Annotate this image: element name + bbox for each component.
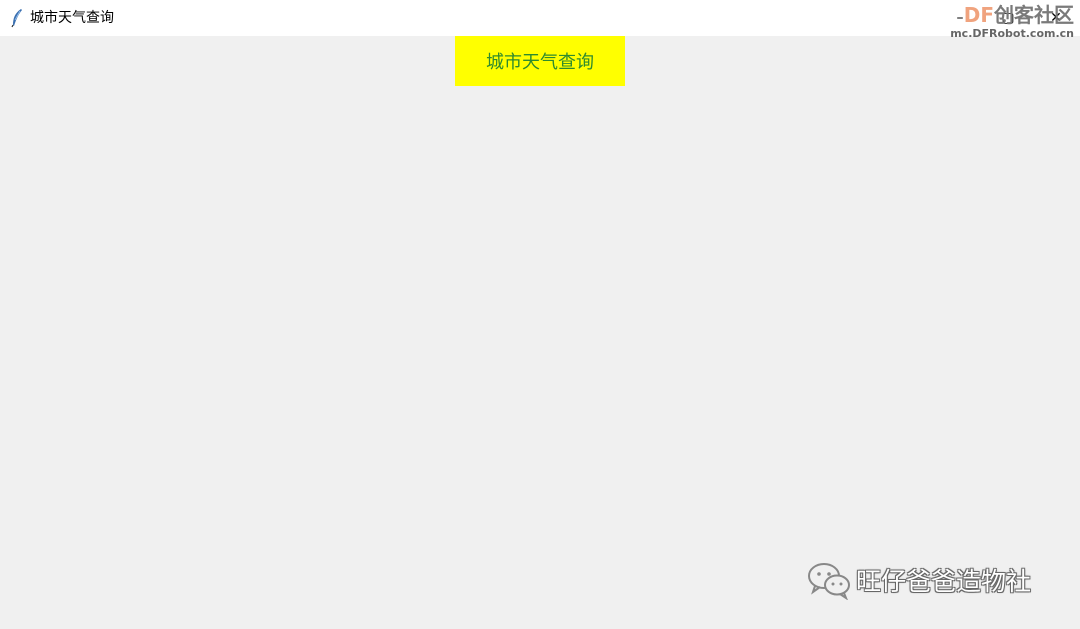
maximize-button[interactable]: ▢ bbox=[984, 0, 1032, 36]
window-title: 城市天气查询 bbox=[30, 10, 114, 26]
wechat-account-watermark: 旺仔爸爸造物社 bbox=[806, 558, 1031, 602]
close-button[interactable]: ✕ bbox=[1032, 0, 1080, 36]
app-window: 城市天气查询 – ▢ ✕ DF创客社区 mc.DFRobot.com.cn 城市… bbox=[0, 0, 1080, 629]
minimize-button[interactable]: – bbox=[936, 0, 984, 36]
app-header-label: 城市天气查询 bbox=[455, 36, 625, 86]
title-bar[interactable]: 城市天气查询 – ▢ ✕ DF创客社区 mc.DFRobot.com.cn bbox=[0, 0, 1080, 40]
watermark-account-name: 旺仔爸爸造物社 bbox=[856, 567, 1032, 596]
feather-icon bbox=[11, 9, 22, 28]
wechat-icon bbox=[808, 563, 850, 600]
window-controls: – ▢ ✕ bbox=[936, 0, 1080, 36]
